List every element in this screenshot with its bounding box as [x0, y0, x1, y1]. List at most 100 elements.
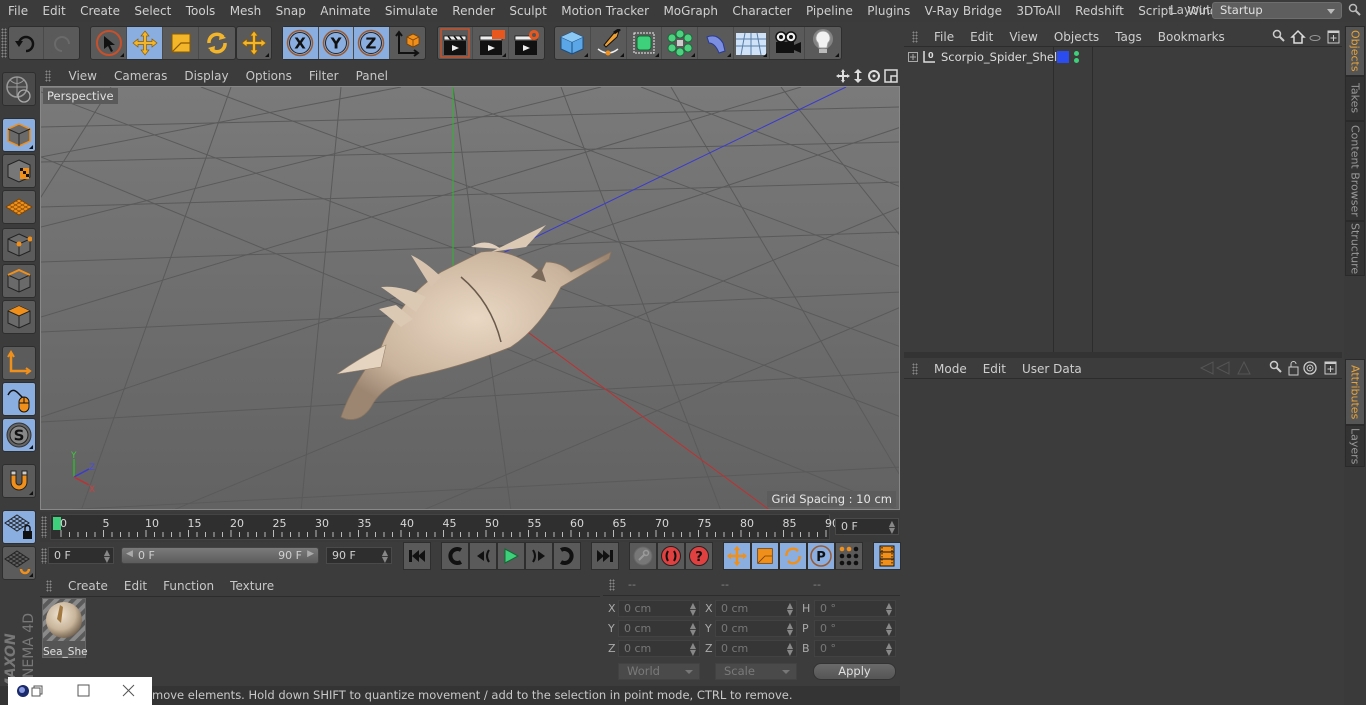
maximize-icon[interactable]: [77, 684, 90, 697]
rotate-tool-button[interactable]: [199, 27, 235, 59]
new-panel-icon[interactable]: [1327, 30, 1340, 44]
axis-x-button[interactable]: X: [283, 27, 319, 59]
object-menu-edit[interactable]: Edit: [962, 30, 1001, 44]
material-menu-create[interactable]: Create: [60, 579, 116, 593]
timeline-grip[interactable]: [41, 516, 47, 538]
size-y-field[interactable]: 0 cm ▲ ▼: [715, 620, 797, 637]
edges-mode-button[interactable]: [2, 264, 36, 298]
size-z-field[interactable]: 0 cm ▲ ▼: [715, 640, 797, 657]
menu-3dtoall[interactable]: 3DToAll: [1009, 4, 1068, 18]
move-tool-button[interactable]: [127, 27, 163, 59]
lock-icon[interactable]: [1288, 361, 1299, 376]
live-selection-button[interactable]: [91, 27, 127, 59]
object-menu-objects[interactable]: Objects: [1046, 30, 1107, 44]
go-to-end-button[interactable]: [591, 542, 619, 570]
search-icon[interactable]: [1348, 3, 1362, 17]
workplane-mode-button[interactable]: [2, 190, 36, 224]
expand-icon[interactable]: [908, 52, 918, 62]
rot-p-field[interactable]: 0 ° ▲ ▼: [814, 620, 896, 637]
tweak-mode-button[interactable]: [2, 382, 36, 416]
make-editable-button[interactable]: [2, 72, 36, 106]
tab-takes[interactable]: Takes: [1345, 76, 1365, 121]
menu-edit[interactable]: Edit: [35, 4, 73, 18]
timeline-track[interactable]: 0 5 10 15 20 25 30 35 40 45 50 55 60 65 70 75 80 85 90: [50, 514, 839, 540]
menu-select[interactable]: Select: [127, 4, 178, 18]
layout-select[interactable]: Startup: [1212, 2, 1342, 19]
object-row[interactable]: 0 Scorpio_Spider_Shell: [904, 48, 1342, 66]
new-panel-icon[interactable]: [1324, 361, 1337, 375]
model-mode-button[interactable]: [2, 118, 36, 152]
undo-button[interactable]: [9, 27, 45, 59]
spinner-arrows-icon[interactable]: ▲ ▼: [886, 642, 892, 657]
axis-z-button[interactable]: Z: [354, 27, 390, 59]
axis-y-button[interactable]: Y: [318, 27, 354, 59]
record-keys-button[interactable]: [629, 542, 657, 570]
next-frame-button[interactable]: [525, 542, 553, 570]
menu-vray-bridge[interactable]: V-Ray Bridge: [917, 4, 1009, 18]
toggle-icon[interactable]: [1309, 35, 1321, 41]
apply-button[interactable]: Apply: [813, 663, 896, 680]
cube-object-button[interactable]: [555, 27, 591, 59]
3d-viewport[interactable]: Y Z X Perspective Grid Spacing : 10 cm: [40, 86, 900, 510]
floor-button[interactable]: [734, 27, 770, 59]
range-right-arrow-icon[interactable]: ▶: [307, 549, 314, 559]
size-x-field[interactable]: 0 cm ▲ ▼: [715, 600, 797, 617]
key-pla-button[interactable]: [835, 542, 863, 570]
viewport-menu-view[interactable]: View: [60, 69, 105, 83]
enable-axis-button[interactable]: [2, 346, 36, 380]
menu-mograph[interactable]: MoGraph: [656, 4, 725, 18]
pos-z-field[interactable]: 0 cm ▲ ▼: [618, 640, 700, 657]
zoom-view-icon[interactable]: [854, 69, 862, 83]
menu-create[interactable]: Create: [73, 4, 127, 18]
minimized-window-bar[interactable]: [8, 677, 152, 705]
viewport-menu-panel[interactable]: Panel: [347, 69, 396, 83]
editor-visibility-dot[interactable]: [1074, 51, 1079, 56]
camera-button[interactable]: [770, 27, 806, 59]
search-icon[interactable]: [1269, 360, 1282, 373]
render-visibility-dot[interactable]: [1074, 58, 1079, 63]
menu-animate[interactable]: Animate: [313, 4, 378, 18]
scale-tool-button[interactable]: [163, 27, 199, 59]
object-menu-view[interactable]: View: [1001, 30, 1045, 44]
end-frame-field[interactable]: 90 F ▲ ▼: [326, 547, 392, 564]
light-button[interactable]: [805, 27, 841, 59]
tab-structure[interactable]: Structure: [1345, 221, 1365, 276]
spinner-arrows-icon[interactable]: ▲ ▼: [690, 642, 696, 657]
menu-file[interactable]: File: [0, 4, 35, 18]
viewport-menu-filter[interactable]: Filter: [300, 69, 347, 83]
size-mode-select[interactable]: Scale: [715, 663, 797, 680]
menu-mesh[interactable]: Mesh: [223, 4, 269, 18]
material-menu-texture[interactable]: Texture: [222, 579, 282, 593]
tab-content-browser[interactable]: Content Browser: [1345, 121, 1365, 221]
previous-key-button[interactable]: [441, 542, 469, 570]
forward-arrow-icon[interactable]: [1215, 361, 1230, 375]
pos-x-field[interactable]: 0 cm ▲ ▼: [618, 600, 700, 617]
deformer-button[interactable]: [698, 27, 734, 59]
key-rotation-button[interactable]: [779, 542, 807, 570]
menu-sculpt[interactable]: Sculpt: [502, 4, 554, 18]
playback-grip[interactable]: [41, 548, 47, 564]
range-left-arrow-icon[interactable]: ◀: [126, 549, 133, 559]
pos-y-field[interactable]: 0 cm ▲ ▼: [618, 620, 700, 637]
rotate-view-icon[interactable]: [868, 70, 880, 82]
key-scale-button[interactable]: [751, 542, 779, 570]
planar-workplane-button[interactable]: [2, 546, 36, 580]
current-frame-field[interactable]: 0 F ▲ ▼: [835, 518, 899, 535]
start-frame-field[interactable]: 0 F ▲ ▼: [48, 547, 114, 564]
menu-snap[interactable]: Snap: [268, 4, 313, 18]
attribute-menu-user-data[interactable]: User Data: [1014, 362, 1090, 376]
cloner-button[interactable]: [662, 27, 698, 59]
go-to-start-button[interactable]: [403, 542, 431, 570]
menu-simulate[interactable]: Simulate: [378, 4, 445, 18]
object-menu-tags[interactable]: Tags: [1107, 30, 1150, 44]
up-arrow-icon[interactable]: [1237, 360, 1251, 375]
close-icon[interactable]: [122, 684, 135, 697]
restore-icon[interactable]: [31, 685, 43, 697]
camera-label[interactable]: Perspective: [43, 88, 118, 104]
toolbar-grip[interactable]: [1, 28, 7, 58]
tab-layers[interactable]: Layers: [1345, 425, 1365, 467]
last-tool-button[interactable]: [237, 27, 271, 59]
menu-tools[interactable]: Tools: [179, 4, 223, 18]
coord-menu-grip[interactable]: [609, 579, 615, 591]
play-forward-button[interactable]: [497, 542, 525, 570]
